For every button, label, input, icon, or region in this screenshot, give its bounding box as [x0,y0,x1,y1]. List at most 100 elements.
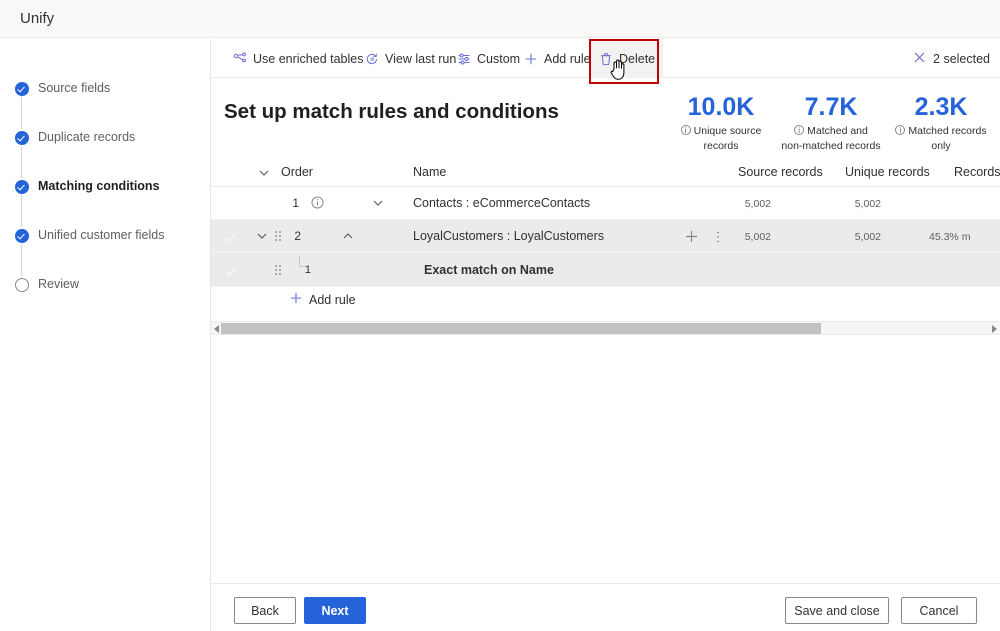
delete-button[interactable]: Delete [591,39,664,78]
wizard-step-list: Source fields Duplicate records Matching… [0,79,211,324]
column-header-source-records[interactable]: Source records [738,165,823,179]
kpi-value: 10.0K [687,93,755,121]
horizontal-scrollbar[interactable] [211,321,1000,335]
kpi-label: i Matched records only [886,124,996,154]
step-pending-icon [15,278,29,292]
kpi-matched-and-non-matched-records: 7.7K i Matched and non-matched records [776,92,886,154]
scrollbar-thumb[interactable] [221,323,821,334]
app-title: Unify [20,10,55,27]
sidebar-item-label: Review [38,277,79,291]
wizard-sidebar: Source fields Duplicate records Matching… [0,39,211,631]
step-connector [21,244,23,276]
column-header-order[interactable]: Order [281,165,313,179]
table-row[interactable]: 2 LoyalCustomers : LoyalCustomers 5,002 … [211,220,1000,253]
selection-count-label: 2 selected [933,51,990,66]
kpi-value: 2.3K [914,93,968,121]
sidebar-item-unified-customer-fields[interactable]: Unified customer fields [0,226,211,276]
row-name: LoyalCustomers : LoyalCustomers [413,229,605,243]
step-connector [21,195,23,227]
sidebar-item-matching-conditions[interactable]: Matching conditions [0,177,211,227]
kpi-unique-source-records: 10.0K i Unique source records [666,92,776,154]
scroll-left-arrow-icon[interactable] [214,325,219,333]
sidebar-item-duplicate-records[interactable]: Duplicate records [0,128,211,178]
enriched-tables-icon [233,52,247,66]
kpi-label-line2: records [703,140,739,152]
next-button[interactable]: Next [304,597,366,624]
add-rule-label: Add rule [544,51,591,66]
add-rule-link-label: Add rule [309,292,356,307]
selection-count[interactable]: 2 selected [909,39,994,78]
row-records: 45.3% m [929,231,971,243]
step-complete-icon [15,229,29,243]
kpi-label: i Matched and non-matched records [776,124,886,154]
trash-icon [599,52,613,66]
row-unique-records: 5,002 [854,231,881,243]
kpi-label-line1: Matched and [807,125,868,137]
step-connector [21,146,23,178]
close-icon[interactable] [913,51,926,67]
sliders-icon [457,52,471,66]
history-icon [365,52,379,66]
step-complete-icon [15,180,29,194]
app-header: Unify [0,0,1000,38]
row-unique-records: 5,002 [854,198,881,210]
kpi-value: 7.7K [804,93,858,121]
use-enriched-tables-button[interactable]: Use enriched tables [225,39,371,78]
use-enriched-tables-label: Use enriched tables [253,51,364,66]
sidebar-item-label: Matching conditions [38,179,160,193]
sidebar-item-source-fields[interactable]: Source fields [0,79,211,129]
save-and-close-button[interactable]: Save and close [785,597,889,624]
page-title: Set up match rules and conditions [224,100,559,123]
row-expand-chevron-icon[interactable] [371,196,385,215]
row-add-icon[interactable] [684,229,699,249]
command-bar: Use enriched tables View last run Custom… [211,39,1000,78]
kpi-label-line1: Matched records [908,125,987,137]
main-content: Use enriched tables View last run Custom… [211,39,1000,631]
row-chevron-up-icon[interactable] [341,229,355,248]
back-button[interactable]: Back [234,597,296,624]
column-header-name[interactable]: Name [413,165,446,179]
step-complete-icon [15,82,29,96]
scroll-right-arrow-icon[interactable] [992,325,997,333]
add-rule-link[interactable]: Add rule [289,291,356,308]
row-order: 1 [304,264,311,276]
sidebar-item-review[interactable]: Review [0,275,211,324]
collapse-all-chevron-icon[interactable] [257,166,271,185]
info-icon[interactable]: i [794,125,805,135]
kpi-group: 10.0K i Unique source records 7.7K i Match… [666,92,996,154]
match-rules-table: Order Name Source records Unique records… [211,159,1000,335]
row-source-records: 5,002 [744,231,771,243]
sidebar-item-label: Duplicate records [38,130,136,144]
plus-icon [524,52,538,66]
table-header-row: Order Name Source records Unique records… [211,159,1000,187]
unify-match-rules-screen: Unify Source fields Duplicate records Ma… [0,0,1000,631]
add-rule-button[interactable]: Add rule [516,39,599,78]
add-rule-row: Add rule [211,287,1000,317]
row-source-records: 5,002 [744,198,771,210]
table-row[interactable]: 1 Contacts : eCommerceContacts 5,002 5,0… [211,187,1000,220]
row-name: Exact match on Name [424,263,554,277]
cancel-button[interactable]: Cancel [901,597,977,624]
info-icon[interactable]: i [895,125,906,135]
kpi-matched-records-only: 2.3K i Matched records only [886,92,996,154]
row-name: Contacts : eCommerceContacts [413,196,591,210]
footer-actions: Back Next Save and close Cancel [211,583,1000,631]
plus-icon [289,291,303,308]
kpi-label-line2: only [931,140,951,152]
step-complete-icon [15,131,29,145]
table-row[interactable]: 1 Exact match on Name [211,253,1000,287]
delete-label: Delete [619,51,656,66]
view-last-run-label: View last run [385,51,457,66]
page-header: Set up match rules and conditions 10.0K … [211,78,1000,159]
step-connector [21,97,23,129]
info-icon[interactable]: i [680,125,691,135]
row-order: 2 [294,229,301,243]
row-order: 1 [292,196,299,210]
kpi-label-line2: non-matched records [781,140,881,152]
sidebar-item-label: Unified customer fields [38,228,165,242]
kpi-label-line1: Unique source [693,125,762,137]
column-header-records[interactable]: Records [954,165,1000,179]
sidebar-item-label: Source fields [38,81,111,95]
column-header-unique-records[interactable]: Unique records [845,165,930,179]
info-icon[interactable] [311,196,324,214]
